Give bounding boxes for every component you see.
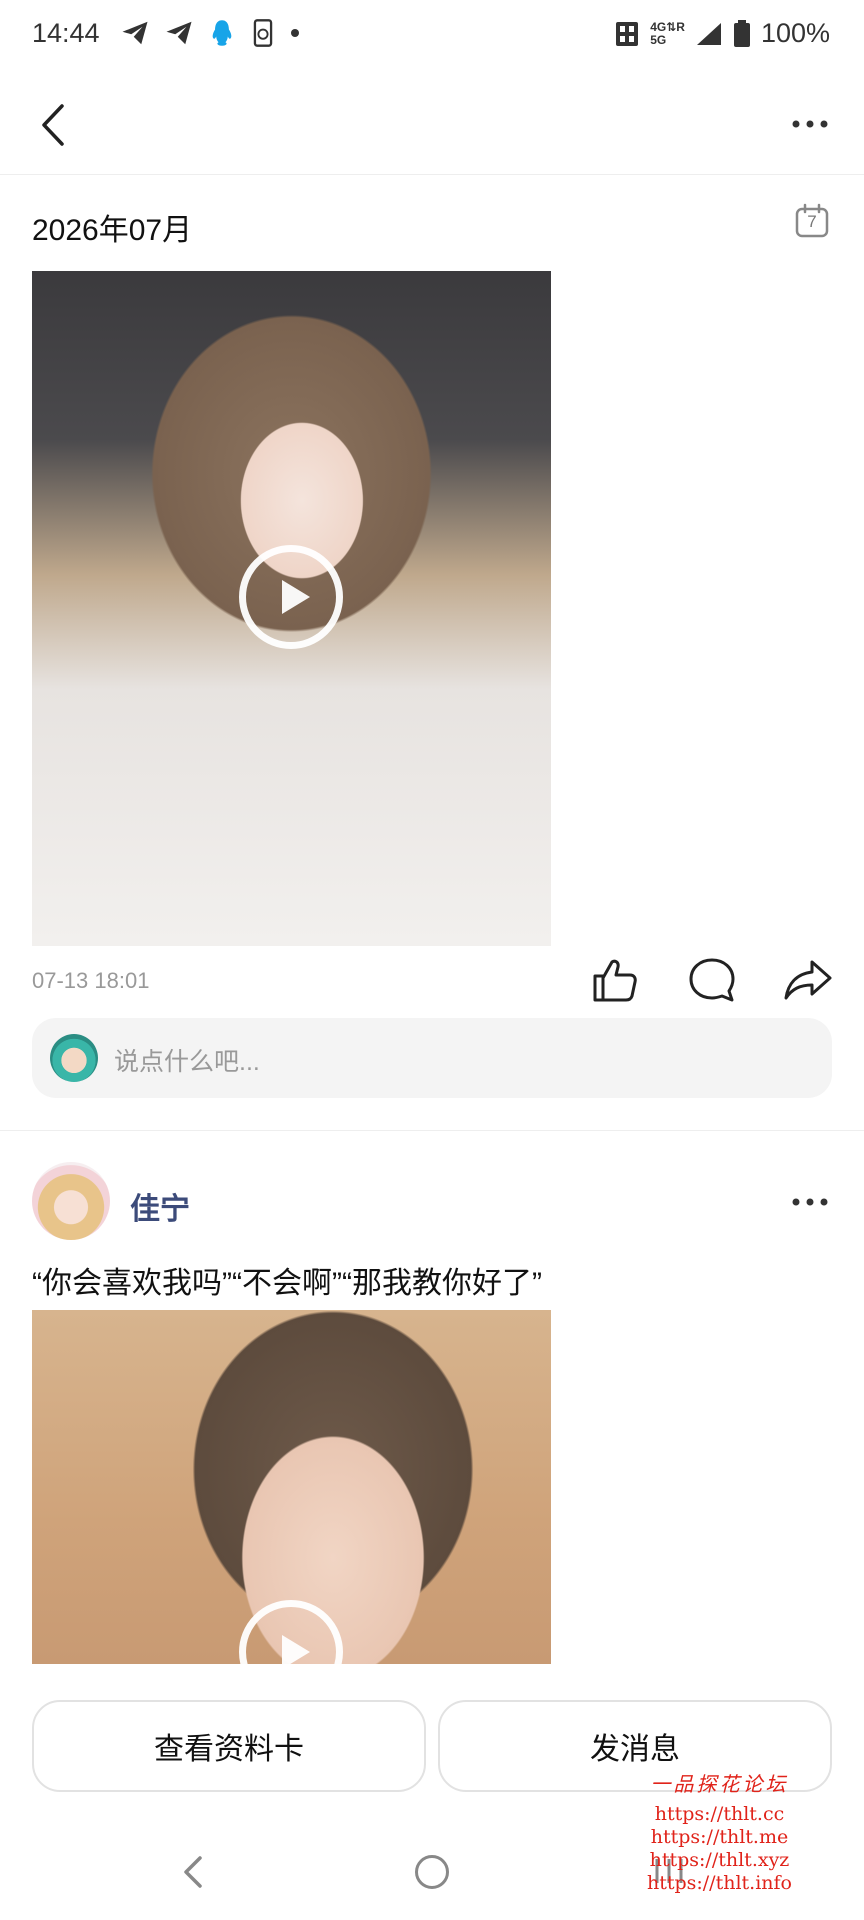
telegram-icon [122,21,148,45]
watermark-url: https://thlt.me [650,1826,789,1848]
view-profile-button[interactable]: 查看资料卡 [32,1700,426,1792]
battery-percent: 100% [760,18,830,48]
post-timestamp: 07-13 18:01 [32,968,150,993]
nav-back-icon[interactable] [178,1852,208,1892]
comment-input[interactable]: 说点什么吧... [32,1018,832,1098]
watermark-url: https://thlt.cc [654,1803,785,1825]
watermark-url: https://thlt.xyz [649,1849,790,1871]
more-options-icon[interactable] [786,104,834,144]
nav-home-icon[interactable] [415,1855,449,1889]
share-icon[interactable] [782,954,834,1006]
battery-icon [733,19,750,47]
status-time: 14:44 [32,18,100,48]
avatar [50,1034,98,1082]
network-type: 4G⇅R 5G [650,19,685,47]
comment-icon[interactable] [686,954,738,1006]
watermark-url: https://thlt.info [646,1872,792,1894]
network-top-label: 4G⇅R [650,19,685,34]
divider [0,1130,864,1131]
notification-icons [120,18,300,48]
play-button-icon[interactable] [239,545,343,649]
telegram-icon [166,21,192,45]
sim-icon [616,21,639,46]
signal-icon [696,22,721,45]
author-name[interactable]: 佳宁 [130,1184,190,1228]
more-options-icon[interactable] [786,1184,834,1220]
post-text: “你会喜欢我吗”“不会啊”“那我教你好了” [32,1267,542,1300]
status-right: 4G⇅R 5G 100% [614,18,830,49]
status-bar: 14:44 4G⇅R 5G 100% [0,0,864,78]
watermark-title: 一品探花论坛 [650,1772,789,1796]
network-bottom-label: 5G [650,32,667,47]
video-thumbnail[interactable] [32,271,551,946]
avatar[interactable] [32,1162,110,1240]
qq-icon [212,20,232,46]
phone-sync-icon [253,19,273,47]
dot-icon [291,29,299,37]
play-button-icon[interactable] [239,1600,343,1664]
like-icon[interactable] [588,954,640,1006]
calendar-day: 7 [807,212,817,231]
watermark: 一品探花论坛 https://thlt.cc https://thlt.me h… [647,1768,792,1895]
comment-placeholder: 说点什么吧... [114,1048,260,1076]
month-title: 2026年07月 [32,214,193,247]
video-thumbnail[interactable] [32,1310,551,1664]
top-bar [0,78,864,175]
calendar-button[interactable]: 7 [794,203,830,239]
back-arrow-icon[interactable] [30,100,80,150]
